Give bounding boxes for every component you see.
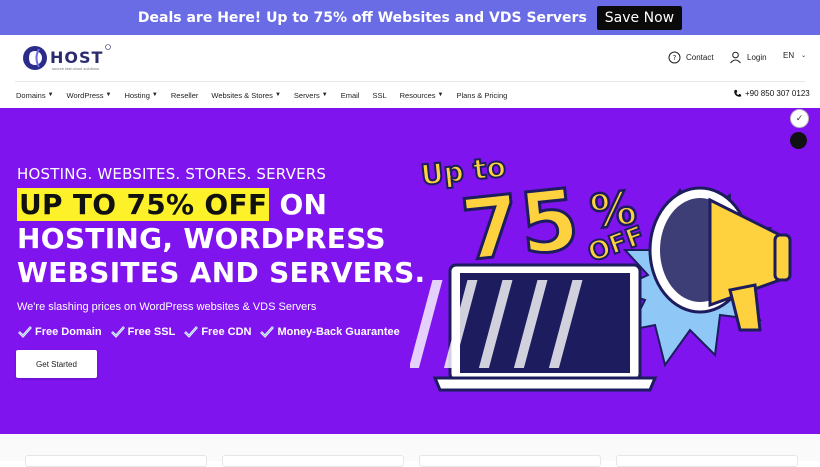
chevron-down-icon: ▼ — [321, 92, 328, 98]
check-badge-icon — [184, 326, 199, 338]
feature-label: Free CDN — [201, 326, 252, 338]
login-link[interactable]: Login — [729, 51, 767, 64]
user-icon — [730, 51, 741, 64]
get-started-button[interactable]: Get Started — [16, 350, 97, 378]
feature-free-cdn: Free CDN — [183, 325, 251, 339]
chevron-down-icon: ▼ — [105, 92, 112, 98]
nav-label: Reseller — [170, 90, 199, 100]
check-badge-icon — [18, 326, 32, 338]
login-label: Login — [747, 53, 767, 62]
nav-label: Websites & Stores — [211, 90, 273, 100]
feature-label: Free Domain — [35, 326, 102, 338]
check-badge-icon — [110, 326, 125, 338]
promo-text: Deals are Here! Up to 75% off Websites a… — [137, 9, 587, 26]
phone-number: +90 850 307 0123 — [745, 89, 810, 98]
contact-link[interactable]: ? Contact — [668, 51, 714, 64]
slide-dot[interactable] — [790, 132, 807, 149]
plan-card — [222, 455, 404, 467]
language-label: EN — [783, 51, 795, 60]
check-icon: ✓ — [795, 113, 804, 123]
discount-illustration: Up to 75 % OFF — [410, 149, 792, 392]
feature-free-ssl: Free SSL — [110, 325, 176, 339]
nav-item-reseller[interactable]: Reseller — [171, 91, 199, 100]
save-now-button[interactable]: Save Now — [596, 5, 683, 30]
nav-item-wordpress[interactable]: WordPress ▼ — [67, 91, 112, 100]
phone-link[interactable]: +90 850 307 0123 — [733, 89, 810, 98]
nav-label: Hosting — [124, 90, 150, 100]
chevron-down-icon: ▼ — [151, 92, 158, 98]
feature-money-back: Money-Back Guarantee — [259, 325, 400, 339]
svg-text:?: ? — [673, 54, 677, 62]
nav-item-plans-pricing[interactable]: Plans & Pricing — [456, 91, 507, 100]
help-circle-icon: ? — [668, 51, 681, 64]
plan-card — [25, 455, 207, 467]
feature-list: Free Domain Free SSL Free CDN Money-Back… — [17, 325, 400, 339]
hero-kicker: HOSTING. WEBSITES. STORES. SERVERS — [17, 165, 327, 183]
headline-line-2: HOSTING, WORDPRESS — [17, 222, 386, 255]
nav-item-servers[interactable]: Servers ▼ — [294, 91, 328, 100]
nav-item-hosting[interactable]: Hosting ▼ — [124, 91, 157, 100]
hero-headline: UP TO 75% OFF ON HOSTING, WORDPRESS WEBS… — [17, 188, 426, 290]
main-nav: Domains ▼ WordPress ▼ Hosting ▼ Reseller We… — [16, 86, 520, 104]
nav-label: Domains — [16, 90, 46, 100]
nav-item-websites-stores[interactable]: Websites & Stores ▼ — [211, 91, 281, 100]
phone-icon — [734, 89, 742, 97]
nav-label: Servers — [293, 90, 320, 100]
feature-label: Money-Back Guarantee — [277, 326, 400, 338]
svg-text:75: 75 — [457, 170, 584, 280]
chevron-down-icon: ▼ — [47, 92, 54, 98]
nav-label: Email — [340, 90, 360, 100]
promo-bar: Deals are Here! Up to 75% off Websites a… — [0, 0, 820, 35]
nav-item-domains[interactable]: Domains ▼ — [16, 91, 54, 100]
check-badge-icon — [260, 326, 275, 338]
logo-text: HOST — [50, 48, 104, 67]
language-selector[interactable]: EN ⌄ — [783, 51, 806, 60]
header-divider — [15, 81, 805, 82]
chevron-down-icon: ▼ — [437, 92, 444, 98]
logo-tagline: secure fast cloud solutions — [52, 66, 100, 71]
nav-item-email[interactable]: Email — [341, 91, 360, 100]
headline-rest: ON — [269, 188, 328, 221]
chevron-down-icon: ⌄ — [801, 53, 807, 59]
chevron-down-icon: ▼ — [274, 92, 281, 98]
feature-free-domain: Free Domain — [17, 325, 102, 339]
hero-subtitle: We're slashing prices on WordPress websi… — [17, 301, 317, 313]
feature-label: Free SSL — [127, 326, 176, 338]
nav-item-resources[interactable]: Resources ▼ — [400, 91, 444, 100]
plan-card — [419, 455, 601, 467]
slide-dot-active[interactable]: ✓ — [790, 109, 809, 128]
nav-label: Plans & Pricing — [456, 90, 508, 100]
headline-line-3: WEBSITES AND SERVERS. — [17, 256, 426, 289]
nav-label: SSL — [372, 90, 387, 100]
contact-label: Contact — [686, 53, 714, 62]
plan-card — [616, 455, 798, 467]
nav-label: Resources — [399, 90, 436, 100]
nav-label: WordPress — [66, 90, 104, 100]
nav-item-ssl[interactable]: SSL — [372, 91, 386, 100]
headline-highlight: UP TO 75% OFF — [17, 188, 270, 221]
